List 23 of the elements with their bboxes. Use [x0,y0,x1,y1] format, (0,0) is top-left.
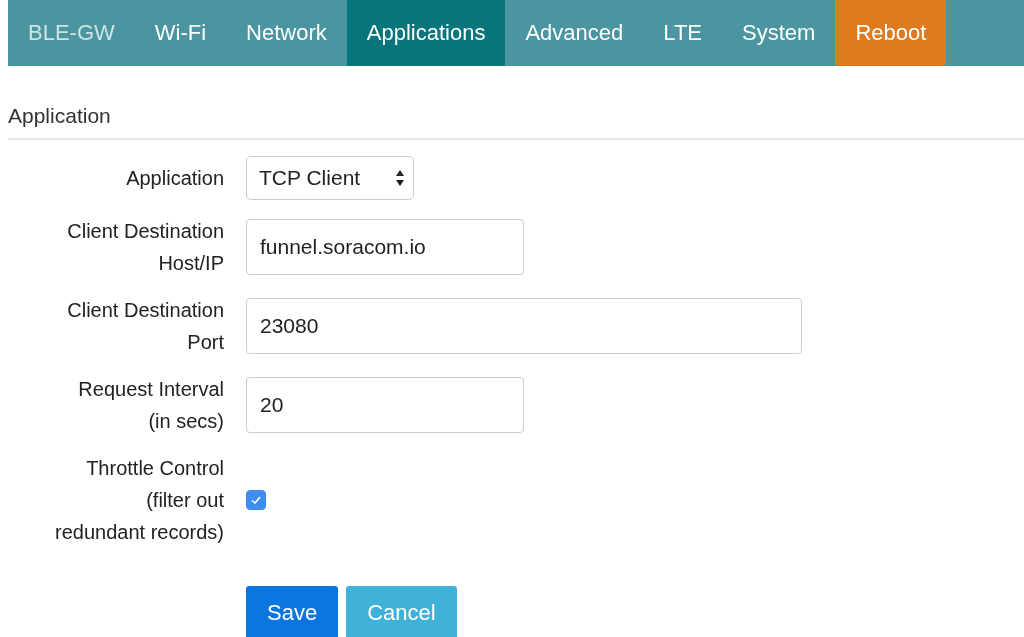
field-label: Client Destination Port [66,298,224,355]
text-input-field[interactable]: 20 [246,377,524,433]
checkbox[interactable] [246,490,266,510]
text-input-field[interactable]: funnel.soracom.io [246,219,524,275]
cancel-button[interactable]: Cancel [346,586,457,637]
application-select[interactable]: TCP Client [246,156,414,200]
field-label: Application [125,166,224,191]
section-title: Application [8,66,1024,140]
nav-tab[interactable]: Wi-Fi [134,0,227,66]
text-input-field[interactable]: 23080 [246,298,802,354]
field-label: Throttle Control (filter out redundant records) [54,456,224,545]
nav-tab[interactable]: Applications [346,0,506,66]
brand-name: BLE-GW [27,19,116,47]
reboot-button[interactable]: Reboot [835,0,947,66]
updown-caret-icon [395,169,405,187]
field-label: Client Destination Host/IP [66,219,224,276]
field-label: Request Interval (in secs) [77,377,224,434]
nav-tab[interactable]: Advanced [505,0,644,66]
save-button[interactable]: Save [246,586,339,637]
checkmark-icon [250,494,262,506]
nav-tab[interactable]: System [722,0,836,66]
nav-tab[interactable]: Network [226,0,347,66]
nav-tab[interactable]: LTE [643,0,722,66]
